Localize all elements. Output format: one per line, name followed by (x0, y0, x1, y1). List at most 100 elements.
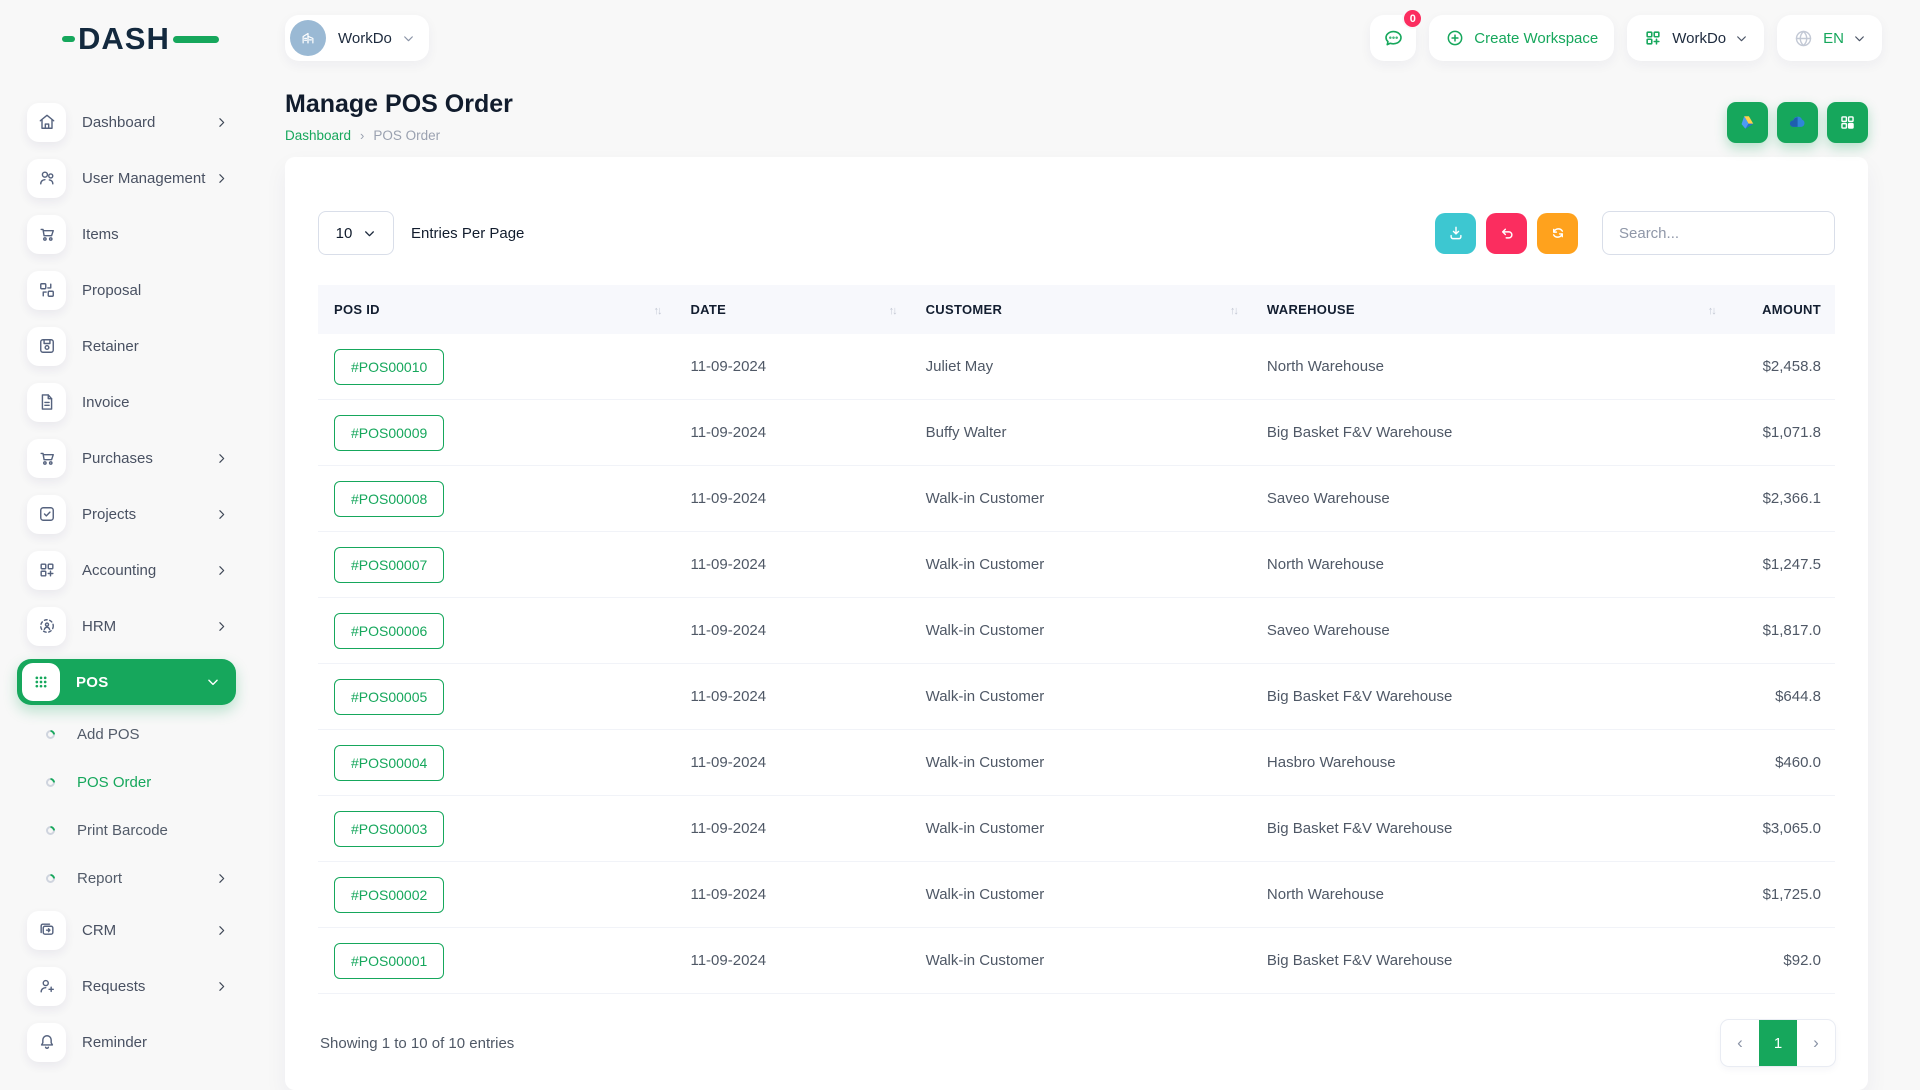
sidebar-item-accounting[interactable]: Accounting (0, 542, 264, 598)
sidebar-item-print-barcode[interactable]: Print Barcode (0, 806, 264, 854)
entries-per-page-select[interactable]: 10 (318, 211, 394, 255)
breadcrumb-current: POS Order (373, 128, 440, 143)
breadcrumb-dashboard-link[interactable]: Dashboard (285, 128, 351, 143)
sidebar-item-purchases[interactable]: Purchases (0, 430, 264, 486)
export-button[interactable] (1435, 213, 1476, 254)
pos-id-badge[interactable]: #POS00003 (334, 811, 444, 847)
sidebar-item-dashboard[interactable]: Dashboard (0, 94, 264, 150)
sidebar-item-add-pos[interactable]: Add POS (0, 710, 264, 758)
sidebar-item-pos[interactable]: POS (17, 659, 236, 705)
pagination-prev-button[interactable]: ‹ (1721, 1020, 1759, 1066)
table-row: #POS00005 11-09-2024 Walk-in Customer Bi… (318, 664, 1835, 730)
cell-amount: $644.8 (1729, 688, 1835, 705)
cell-warehouse: Big Basket F&V Warehouse (1251, 952, 1729, 969)
grid-view-button[interactable] (1827, 102, 1868, 143)
refresh-button[interactable] (1537, 213, 1578, 254)
sidebar-item-proposal[interactable]: Proposal (0, 262, 264, 318)
search-input[interactable] (1602, 211, 1835, 255)
create-workspace-label: Create Workspace (1474, 30, 1598, 47)
sidebar-item-reminder[interactable]: Reminder (0, 1014, 264, 1070)
table-controls: 10 Entries Per Page (318, 211, 1835, 255)
pos-id-badge[interactable]: #POS00007 (334, 547, 444, 583)
save-icon (27, 327, 66, 366)
refresh-icon (1549, 224, 1567, 242)
column-header-customer[interactable]: CUSTOMER (910, 285, 1251, 334)
pos-id-badge[interactable]: #POS00008 (334, 481, 444, 517)
pos-id-badge[interactable]: #POS00010 (334, 349, 444, 385)
pagination: ‹ 1 › (1721, 1020, 1835, 1066)
sidebar-item-retainer[interactable]: Retainer (0, 318, 264, 374)
table-row: #POS00010 11-09-2024 Juliet May North Wa… (318, 334, 1835, 400)
pos-order-card: 10 Entries Per Page (285, 157, 1868, 1090)
bullet-ring-icon (44, 872, 57, 885)
sidebar-item-user-management[interactable]: User Management (0, 150, 264, 206)
pos-id-badge[interactable]: #POS00009 (334, 415, 444, 451)
sidebar-item-label: Items (82, 226, 119, 243)
onedrive-icon (1786, 111, 1809, 134)
cell-amount: $460.0 (1729, 754, 1835, 771)
onedrive-button[interactable] (1777, 102, 1818, 143)
sort-icon[interactable] (889, 302, 896, 317)
table-row: #POS00002 11-09-2024 Walk-in Customer No… (318, 862, 1835, 928)
sort-icon[interactable] (653, 302, 660, 317)
column-header-amount[interactable]: AMOUNT (1729, 285, 1835, 334)
chat-button[interactable]: 0 (1370, 15, 1416, 61)
cell-amount: $92.0 (1729, 952, 1835, 969)
cell-customer: Walk-in Customer (910, 556, 1251, 573)
reset-button[interactable] (1486, 213, 1527, 254)
pos-id-badge[interactable]: #POS00001 (334, 943, 444, 979)
sidebar-nav: Dashboard User Management Items Proposal (0, 78, 264, 1070)
topbar-actions: 0 Create Workspace WorkDo EN (1370, 15, 1882, 61)
bullet-ring-icon (44, 776, 57, 789)
column-label: WAREHOUSE (1267, 302, 1355, 317)
table-row: #POS00009 11-09-2024 Buffy Walter Big Ba… (318, 400, 1835, 466)
cell-date: 11-09-2024 (674, 688, 909, 705)
undo-icon (1498, 224, 1516, 242)
column-header-pos-id[interactable]: POS ID (318, 285, 674, 334)
cell-customer: Buffy Walter (910, 424, 1251, 441)
pos-id-badge[interactable]: #POS00006 (334, 613, 444, 649)
workspace-menu-button[interactable]: WorkDo (1627, 15, 1764, 61)
cell-pos-id: #POS00002 (318, 877, 674, 913)
cell-pos-id: #POS00007 (318, 547, 674, 583)
sidebar-item-requests[interactable]: Requests (0, 958, 264, 1014)
cell-date: 11-09-2024 (674, 490, 909, 507)
sidebar-item-label: Invoice (82, 394, 130, 411)
sidebar-item-invoice[interactable]: Invoice (0, 374, 264, 430)
workspace-selector[interactable]: WorkDo (285, 15, 429, 61)
sidebar-item-hrm[interactable]: HRM (0, 598, 264, 654)
cell-customer: Walk-in Customer (910, 754, 1251, 771)
cell-amount: $1,071.8 (1729, 424, 1835, 441)
cell-customer: Walk-in Customer (910, 688, 1251, 705)
app-logo[interactable]: DASH (0, 0, 264, 78)
pos-id-badge[interactable]: #POS00002 (334, 877, 444, 913)
sidebar-item-label: HRM (82, 618, 116, 635)
sidebar-item-report[interactable]: Report (0, 854, 264, 902)
workspace-menu-label: WorkDo (1672, 30, 1726, 47)
cards-icon (27, 911, 66, 950)
create-workspace-button[interactable]: Create Workspace (1429, 15, 1614, 61)
pos-id-badge[interactable]: #POS00004 (334, 745, 444, 781)
sidebar-item-label: Print Barcode (77, 822, 168, 839)
sidebar-item-items[interactable]: Items (0, 206, 264, 262)
cell-customer: Juliet May (910, 358, 1251, 375)
language-selector[interactable]: EN (1777, 15, 1882, 61)
sort-icon[interactable] (1708, 302, 1715, 317)
pos-id-badge[interactable]: #POS00005 (334, 679, 444, 715)
sidebar-item-label: Accounting (82, 562, 156, 579)
google-drive-button[interactable] (1727, 102, 1768, 143)
chevron-right-icon (215, 116, 228, 129)
pagination-page-1[interactable]: 1 (1759, 1020, 1797, 1066)
sort-icon[interactable] (1230, 302, 1237, 317)
pagination-next-button[interactable]: › (1797, 1020, 1835, 1066)
sidebar-item-pos-order[interactable]: POS Order (0, 758, 264, 806)
sidebar-item-crm[interactable]: CRM (0, 902, 264, 958)
sidebar-item-label: POS Order (77, 774, 151, 791)
column-label: DATE (690, 302, 726, 317)
sidebar-item-projects[interactable]: Projects (0, 486, 264, 542)
chat-icon (1382, 27, 1405, 50)
page-title: Manage POS Order (285, 90, 513, 119)
cell-pos-id: #POS00001 (318, 943, 674, 979)
column-header-warehouse[interactable]: WAREHOUSE (1251, 285, 1729, 334)
column-header-date[interactable]: DATE (674, 285, 909, 334)
